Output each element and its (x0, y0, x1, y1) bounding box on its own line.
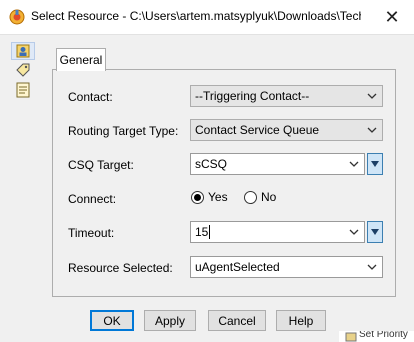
cancel-button[interactable]: Cancel (208, 310, 266, 331)
apply-button[interactable]: Apply (144, 310, 196, 331)
background-step-label: Set Priority (359, 331, 408, 340)
close-icon: ✕ (384, 6, 400, 27)
contact-value: --Triggering Contact-- (195, 89, 310, 103)
document-icon[interactable] (15, 82, 31, 98)
close-button[interactable]: ✕ (370, 0, 414, 34)
connect-label: Connect: (68, 192, 117, 206)
connect-yes-radio[interactable] (191, 191, 204, 204)
help-button[interactable]: Help (276, 310, 326, 331)
background-window-peek: Set Priority (339, 331, 414, 342)
csq-target-value: sCSQ (195, 157, 228, 171)
contact-label: Contact: (68, 90, 113, 104)
window-title: Select Resource - C:\Users\artem.matsypl… (31, 9, 361, 23)
contact-dropdown[interactable]: --Triggering Contact-- (190, 85, 383, 107)
title-bar: Select Resource - C:\Users\artem.matsypl… (0, 0, 414, 35)
triangle-down-icon (371, 229, 379, 235)
csq-target-combobox[interactable]: sCSQ (190, 153, 365, 175)
resource-selected-value: uAgentSelected (195, 260, 280, 274)
routing-target-type-value: Contact Service Queue (195, 123, 320, 137)
chevron-down-icon (349, 161, 359, 167)
timeout-expression-button[interactable] (367, 221, 383, 243)
ok-button-label: OK (103, 313, 121, 328)
timeout-value: 15 (195, 225, 209, 239)
ok-button[interactable]: OK (90, 310, 134, 331)
resource-selected-dropdown[interactable]: uAgentSelected (190, 256, 383, 278)
tag-icon[interactable] (15, 62, 31, 78)
chevron-down-icon (367, 264, 377, 270)
cancel-button-label: Cancel (218, 313, 256, 328)
sidebar (8, 38, 38, 102)
resource-selected-label: Resource Selected: (68, 261, 173, 275)
chevron-down-icon (367, 127, 377, 133)
tab-general[interactable]: General (56, 48, 106, 71)
timeout-combobox[interactable]: 15 (190, 221, 365, 243)
connect-no-radio[interactable] (244, 191, 257, 204)
chevron-down-icon (349, 229, 359, 235)
csq-target-expression-button[interactable] (367, 153, 383, 175)
routing-target-type-dropdown[interactable]: Contact Service Queue (190, 119, 383, 141)
timeout-label: Timeout: (68, 226, 115, 240)
chevron-down-icon (367, 93, 377, 99)
help-button-label: Help (288, 313, 314, 328)
connect-yes-label[interactable]: Yes (208, 190, 228, 204)
app-icon (9, 9, 25, 25)
step-icon (345, 332, 357, 342)
tab-label: General (59, 53, 103, 67)
text-cursor (209, 225, 211, 239)
routing-target-type-label: Routing Target Type: (68, 124, 179, 138)
csq-target-label: CSQ Target: (68, 158, 134, 172)
connect-no-label[interactable]: No (261, 190, 276, 204)
apply-button-label: Apply (154, 313, 186, 328)
user-contact-icon[interactable] (11, 42, 35, 60)
triangle-down-icon (371, 161, 379, 167)
